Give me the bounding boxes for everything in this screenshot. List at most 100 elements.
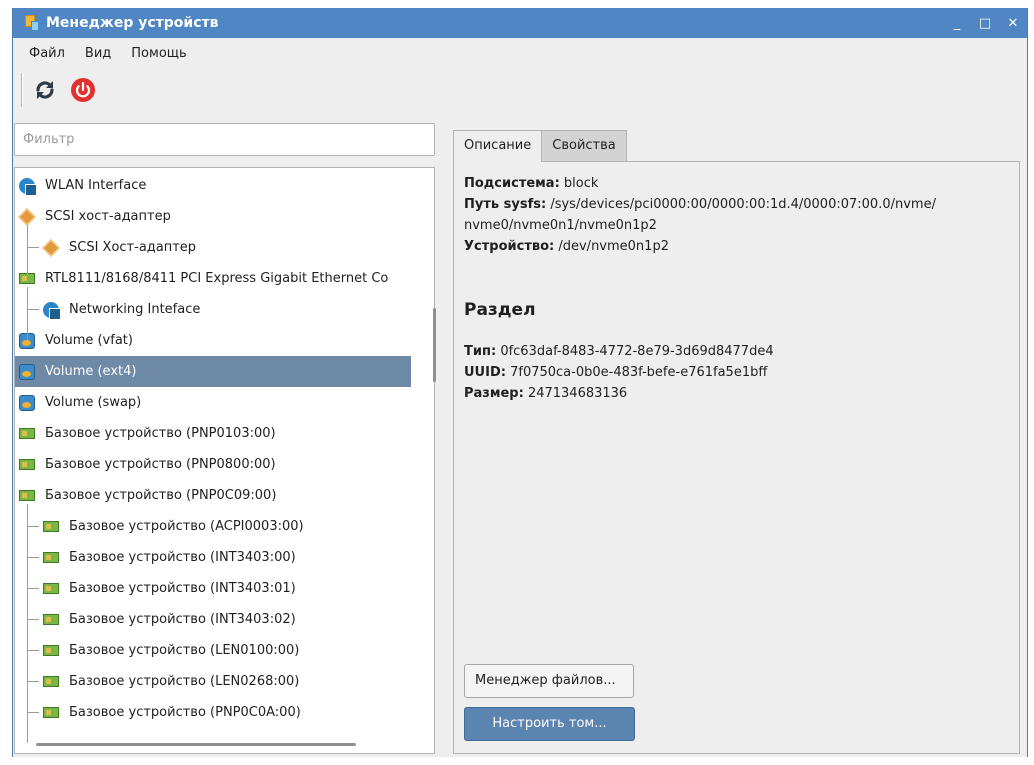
tree-row-label: Volume (vfat) — [45, 333, 133, 348]
network-icon — [43, 302, 61, 320]
toolbar — [13, 68, 1027, 112]
device-tree[interactable]: WLAN Interface SCSI хост-адаптер SCSI Хост… — [14, 167, 435, 754]
tree-row-label: Базовое устройство (ACPI0003:00) — [69, 519, 304, 534]
network-icon — [19, 178, 37, 196]
card-icon — [43, 583, 59, 594]
card-icon — [43, 614, 59, 625]
window-title: Менеджер устройств — [46, 15, 219, 31]
tree-row-label: SCSI Хост-адаптер — [69, 240, 197, 255]
tree-row-label: Базовое устройство (PNP0C09:00) — [45, 488, 277, 503]
tab-properties[interactable]: Свойства — [542, 130, 627, 162]
card-icon — [19, 490, 35, 501]
menu-help[interactable]: Помощь — [121, 46, 196, 61]
tree-row-label: Базовое устройство (INT3403:01) — [69, 581, 296, 596]
scsi-icon — [41, 238, 61, 258]
menu-bar: Файл Вид Помощь — [13, 38, 1027, 68]
device-label: Устройство: — [464, 239, 555, 254]
uuid-row: UUID: 7f0750ca-0b0e-483f-befe-e761fa5e1b… — [464, 363, 767, 383]
uuid-label: UUID: — [464, 365, 506, 380]
tree-row[interactable]: Базовое устройство (PNP0C0A:00) — [15, 697, 411, 728]
title-bar[interactable]: Менеджер устройств _ □ ✕ — [13, 8, 1027, 38]
tree-row[interactable]: Базовое устройство (LEN0100:00) — [15, 635, 411, 666]
tree-row[interactable]: Базовое устройство (INT3403:02) — [15, 604, 411, 635]
file-manager-button[interactable]: Менеджер файлов... — [464, 664, 634, 698]
tree-branch-line — [27, 681, 39, 682]
tree-guide-line — [27, 504, 28, 743]
tree-branch-line — [27, 619, 39, 620]
type-label: Тип: — [464, 344, 497, 359]
maximize-button[interactable]: □ — [971, 16, 999, 31]
uuid-value: 7f0750ca-0b0e-483f-befe-e761fa5e1bff — [510, 365, 768, 380]
tree-branch-line — [27, 309, 39, 310]
tree-row-label: Базовое устройство (INT3403:00) — [69, 550, 296, 565]
subsystem-value: block — [563, 176, 599, 191]
card-icon — [43, 552, 59, 563]
tree-row[interactable]: Базовое устройство (PNP0800:00) — [15, 449, 411, 480]
subsystem-row: Подсистема: block — [464, 174, 598, 194]
desktop-edge — [0, 757, 1034, 765]
tree-row[interactable]: Networking Inteface — [15, 294, 411, 325]
card-icon — [19, 428, 35, 439]
sysfs-row: Путь sysfs: /sys/devices/pci0000:00/0000… — [464, 195, 936, 215]
tab-description[interactable]: Описание — [453, 130, 543, 162]
tree-row[interactable]: Volume (vfat) — [15, 325, 411, 356]
tree-row-label: Базовое устройство (INT3403:02) — [69, 612, 296, 627]
tree-row-label: Networking Inteface — [69, 302, 201, 317]
tree-row[interactable]: RTL8111/8168/8411 PCI Express Gigabit Et… — [15, 263, 411, 294]
tree-branch-line — [27, 247, 39, 248]
tree-row[interactable]: Базовое устройство (PNP0103:00) — [15, 418, 411, 449]
tree-row-label: RTL8111/8168/8411 PCI Express Gigabit Et… — [45, 271, 389, 286]
power-icon — [71, 78, 95, 102]
tree-branch-line — [27, 526, 39, 527]
details-panel: Подсистема: block Путь sysfs: /sys/devic… — [453, 161, 1020, 754]
card-icon — [43, 645, 59, 656]
tree-row-label: Базовое устройство (PNP0C0A:00) — [69, 705, 301, 720]
tree-row-label: Базовое устройство (PNP0800:00) — [45, 457, 276, 472]
configure-volume-button[interactable]: Настроить том... — [464, 707, 635, 741]
volume-icon — [19, 364, 35, 380]
tree-row-selected[interactable]: Volume (ext4) — [15, 356, 411, 387]
tree-row[interactable]: SCSI Хост-адаптер — [15, 232, 411, 263]
minimize-button[interactable]: _ — [943, 16, 971, 31]
tree-row[interactable]: Volume (swap) — [15, 387, 411, 418]
tree-branch-line — [27, 588, 39, 589]
tree-row[interactable]: Базовое устройство (INT3403:01) — [15, 573, 411, 604]
tree-row[interactable]: Базовое устройство (INT3403:00) — [15, 542, 411, 573]
tree-guide-line — [27, 287, 28, 340]
close-button[interactable]: ✕ — [999, 16, 1027, 31]
refresh-icon — [36, 81, 54, 99]
tree-row-label: WLAN Interface — [45, 178, 147, 193]
power-button[interactable] — [67, 74, 99, 106]
tree-row[interactable]: Базовое устройство (PNP0C09:00) — [15, 480, 411, 511]
card-icon — [43, 521, 59, 532]
subsystem-label: Подсистема: — [464, 176, 560, 191]
tree-guide-line — [27, 225, 28, 278]
device-row: Устройство: /dev/nvme0n1p2 — [464, 237, 669, 257]
toolbar-handle — [21, 73, 23, 107]
card-icon — [43, 676, 59, 687]
card-icon — [43, 707, 59, 718]
tree-row[interactable]: WLAN Interface — [15, 170, 411, 201]
tree-row-label: Volume (swap) — [45, 395, 142, 410]
tree-row-label: SCSI хост-адаптер — [45, 209, 171, 224]
sysfs-label: Путь sysfs: — [464, 197, 547, 212]
sysfs-value-line1: /sys/devices/pci0000:00/0000:00:1d.4/000… — [550, 197, 936, 212]
partition-section-title: Раздел — [464, 300, 536, 320]
tree-row[interactable]: Базовое устройство (LEN0268:00) — [15, 666, 411, 697]
type-row: Тип: 0fc63daf-8483-4772-8e79-3d69d8477de… — [464, 342, 774, 362]
menu-file[interactable]: Файл — [19, 46, 75, 61]
menu-view[interactable]: Вид — [75, 46, 121, 61]
filter-input[interactable]: Фильтр — [14, 123, 435, 156]
tree-vertical-scrollbar[interactable] — [433, 308, 436, 382]
tree-row[interactable]: SCSI хост-адаптер — [15, 201, 411, 232]
tree-row-label: Базовое устройство (PNP0103:00) — [45, 426, 276, 441]
sysfs-value-line2: nvme0/nvme0n1/nvme0n1p2 — [464, 218, 657, 233]
tree-row-label: Базовое устройство (LEN0100:00) — [69, 643, 300, 658]
size-row: Размер: 247134683136 — [464, 384, 627, 404]
tree-row[interactable]: Базовое устройство (ACPI0003:00) — [15, 511, 411, 542]
tree-horizontal-scrollbar[interactable] — [36, 743, 356, 746]
tree-branch-line — [27, 650, 39, 651]
device-manager-icon — [25, 15, 39, 31]
refresh-button[interactable] — [29, 74, 61, 106]
details-tabs: Описание Свойства — [453, 130, 627, 162]
